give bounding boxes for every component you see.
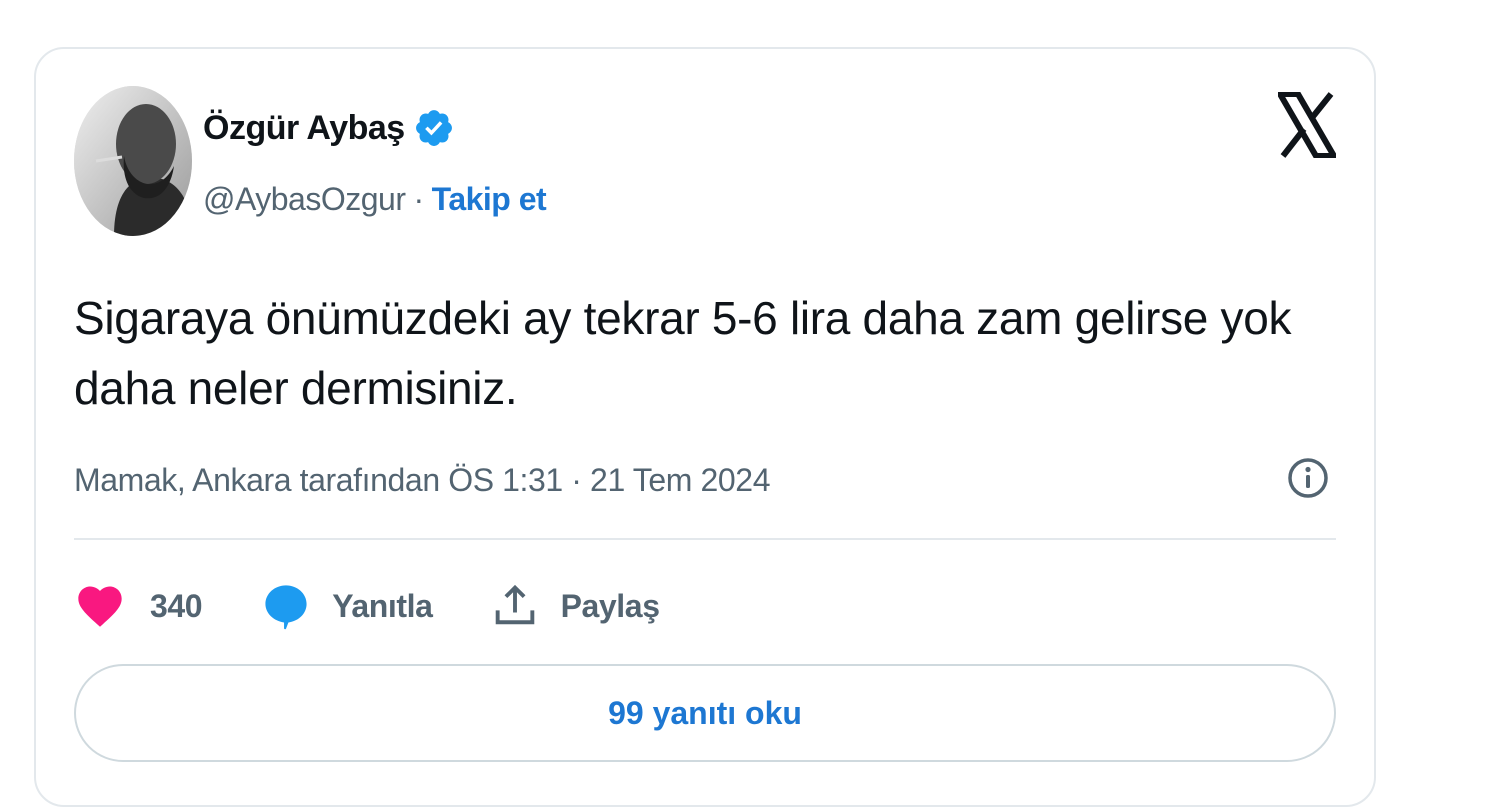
reply-label: Yanıtla bbox=[332, 587, 433, 624]
reply-button[interactable]: Yanıtla bbox=[260, 580, 433, 632]
read-replies-button[interactable]: 99 yanıtı oku bbox=[74, 664, 1336, 762]
avatar[interactable] bbox=[74, 86, 192, 236]
separator-dot: · bbox=[413, 180, 424, 217]
heart-icon bbox=[74, 580, 126, 632]
author-handle-row: @AybasOzgur · Takip et bbox=[203, 176, 547, 222]
tweet-meta: Mamak, Ankara tarafından ÖS 1:31 · 21 Te… bbox=[74, 453, 770, 507]
share-button[interactable]: Paylaş bbox=[489, 580, 660, 632]
share-upload-icon bbox=[489, 580, 541, 632]
author-handle[interactable]: @AybasOzgur bbox=[203, 181, 406, 218]
action-bar: 340 Yanıtla Paylaş bbox=[74, 578, 660, 634]
author-display-name[interactable]: Özgür Aybaş bbox=[203, 109, 405, 148]
tweet-text: Sigaraya önümüzdeki ay tekrar 5-6 lira d… bbox=[74, 292, 1292, 414]
tweet-location-time[interactable]: Mamak, Ankara tarafından ÖS 1:31 · 21 Te… bbox=[74, 462, 770, 499]
like-button[interactable]: 340 bbox=[74, 580, 203, 632]
info-icon[interactable] bbox=[1286, 456, 1330, 500]
speech-bubble-icon bbox=[260, 580, 312, 632]
like-count: 340 bbox=[150, 587, 203, 624]
divider bbox=[74, 538, 1336, 540]
x-logo-icon[interactable] bbox=[1274, 91, 1340, 159]
share-label: Paylaş bbox=[560, 587, 660, 624]
verified-badge-icon bbox=[413, 107, 455, 149]
author-name-row: Özgür Aybaş bbox=[203, 103, 455, 153]
follow-button[interactable]: Takip et bbox=[432, 181, 547, 218]
